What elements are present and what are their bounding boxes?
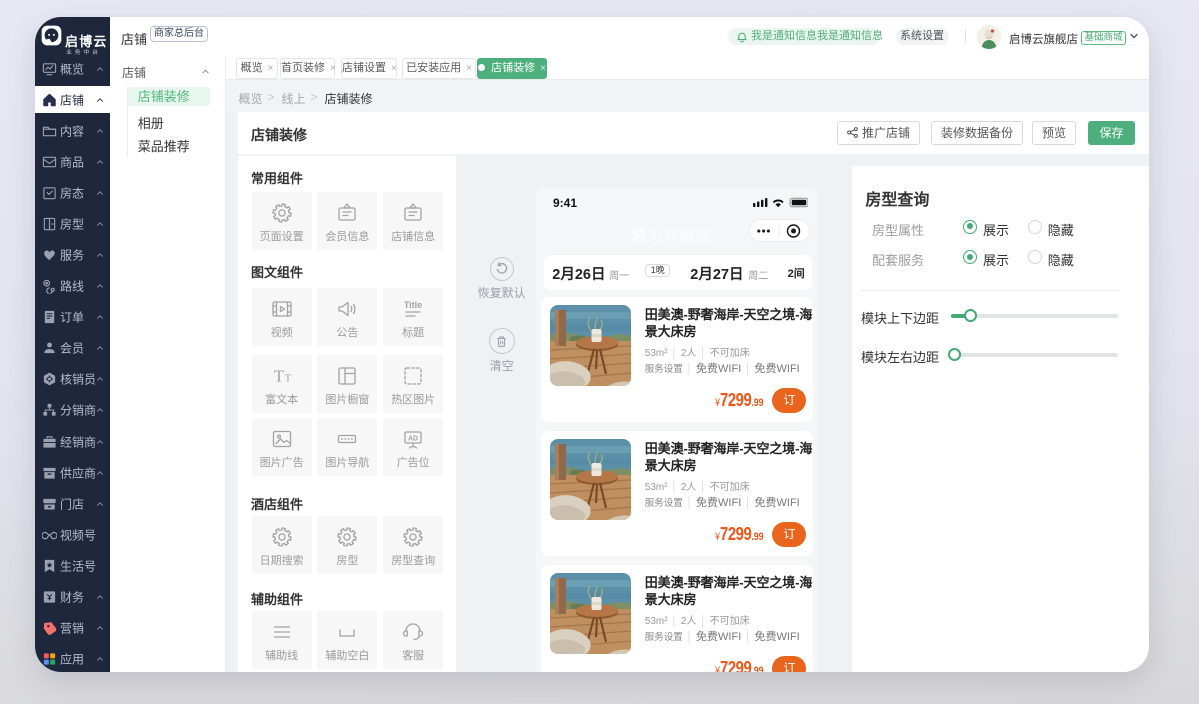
svg-text:T: T: [273, 367, 284, 386]
svg-text:T: T: [284, 373, 291, 385]
svg-text:Title: Title: [404, 300, 422, 310]
svg-text:AD: AD: [408, 436, 418, 443]
